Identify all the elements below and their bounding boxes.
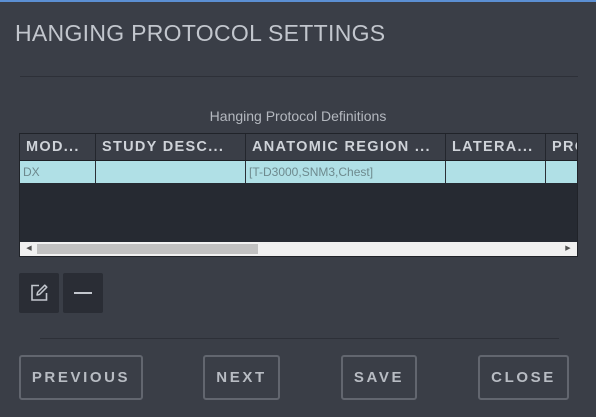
- cell-anatomic-region: [T-D3000,SNM3,Chest]: [246, 161, 446, 183]
- grid-header: MOD... STUDY DESC... ANATOMIC REGION ...…: [20, 134, 577, 161]
- horizontal-scrollbar[interactable]: ◀ ▶: [20, 242, 577, 256]
- pencil-edit-icon: [29, 283, 49, 303]
- section-label: Hanging Protocol Definitions: [209, 108, 387, 124]
- cell-modality: DX: [20, 161, 96, 183]
- column-header-procedure[interactable]: PRO: [546, 134, 577, 160]
- previous-button[interactable]: PREVIOUS: [19, 355, 143, 400]
- protocol-definitions-grid: MOD... STUDY DESC... ANATOMIC REGION ...…: [19, 133, 578, 257]
- column-header-study-description[interactable]: STUDY DESC...: [96, 134, 246, 160]
- column-header-laterality[interactable]: LATERA...: [446, 134, 546, 160]
- close-button[interactable]: CLOSE: [478, 355, 569, 400]
- dialog-title: HANGING PROTOCOL SETTINGS: [15, 20, 386, 46]
- next-button[interactable]: NEXT: [203, 355, 280, 400]
- scroll-right-icon[interactable]: ▶: [561, 242, 575, 256]
- save-button[interactable]: SAVE: [341, 355, 417, 400]
- remove-button[interactable]: [63, 273, 103, 313]
- cell-study-description: [96, 161, 246, 183]
- column-header-modality[interactable]: MOD...: [20, 134, 96, 160]
- title-divider: [20, 76, 578, 77]
- minus-icon: [74, 292, 92, 294]
- top-accent-line: [0, 0, 596, 2]
- cell-laterality: [446, 161, 546, 183]
- scrollbar-thumb[interactable]: [37, 244, 258, 254]
- table-row[interactable]: DX [T-D3000,SNM3,Chest]: [20, 161, 577, 183]
- cell-procedure: [546, 161, 577, 183]
- scroll-left-icon[interactable]: ◀: [22, 242, 36, 256]
- footer-divider: [40, 338, 559, 339]
- edit-button[interactable]: [19, 273, 59, 313]
- column-header-anatomic-region[interactable]: ANATOMIC REGION ...: [246, 134, 446, 160]
